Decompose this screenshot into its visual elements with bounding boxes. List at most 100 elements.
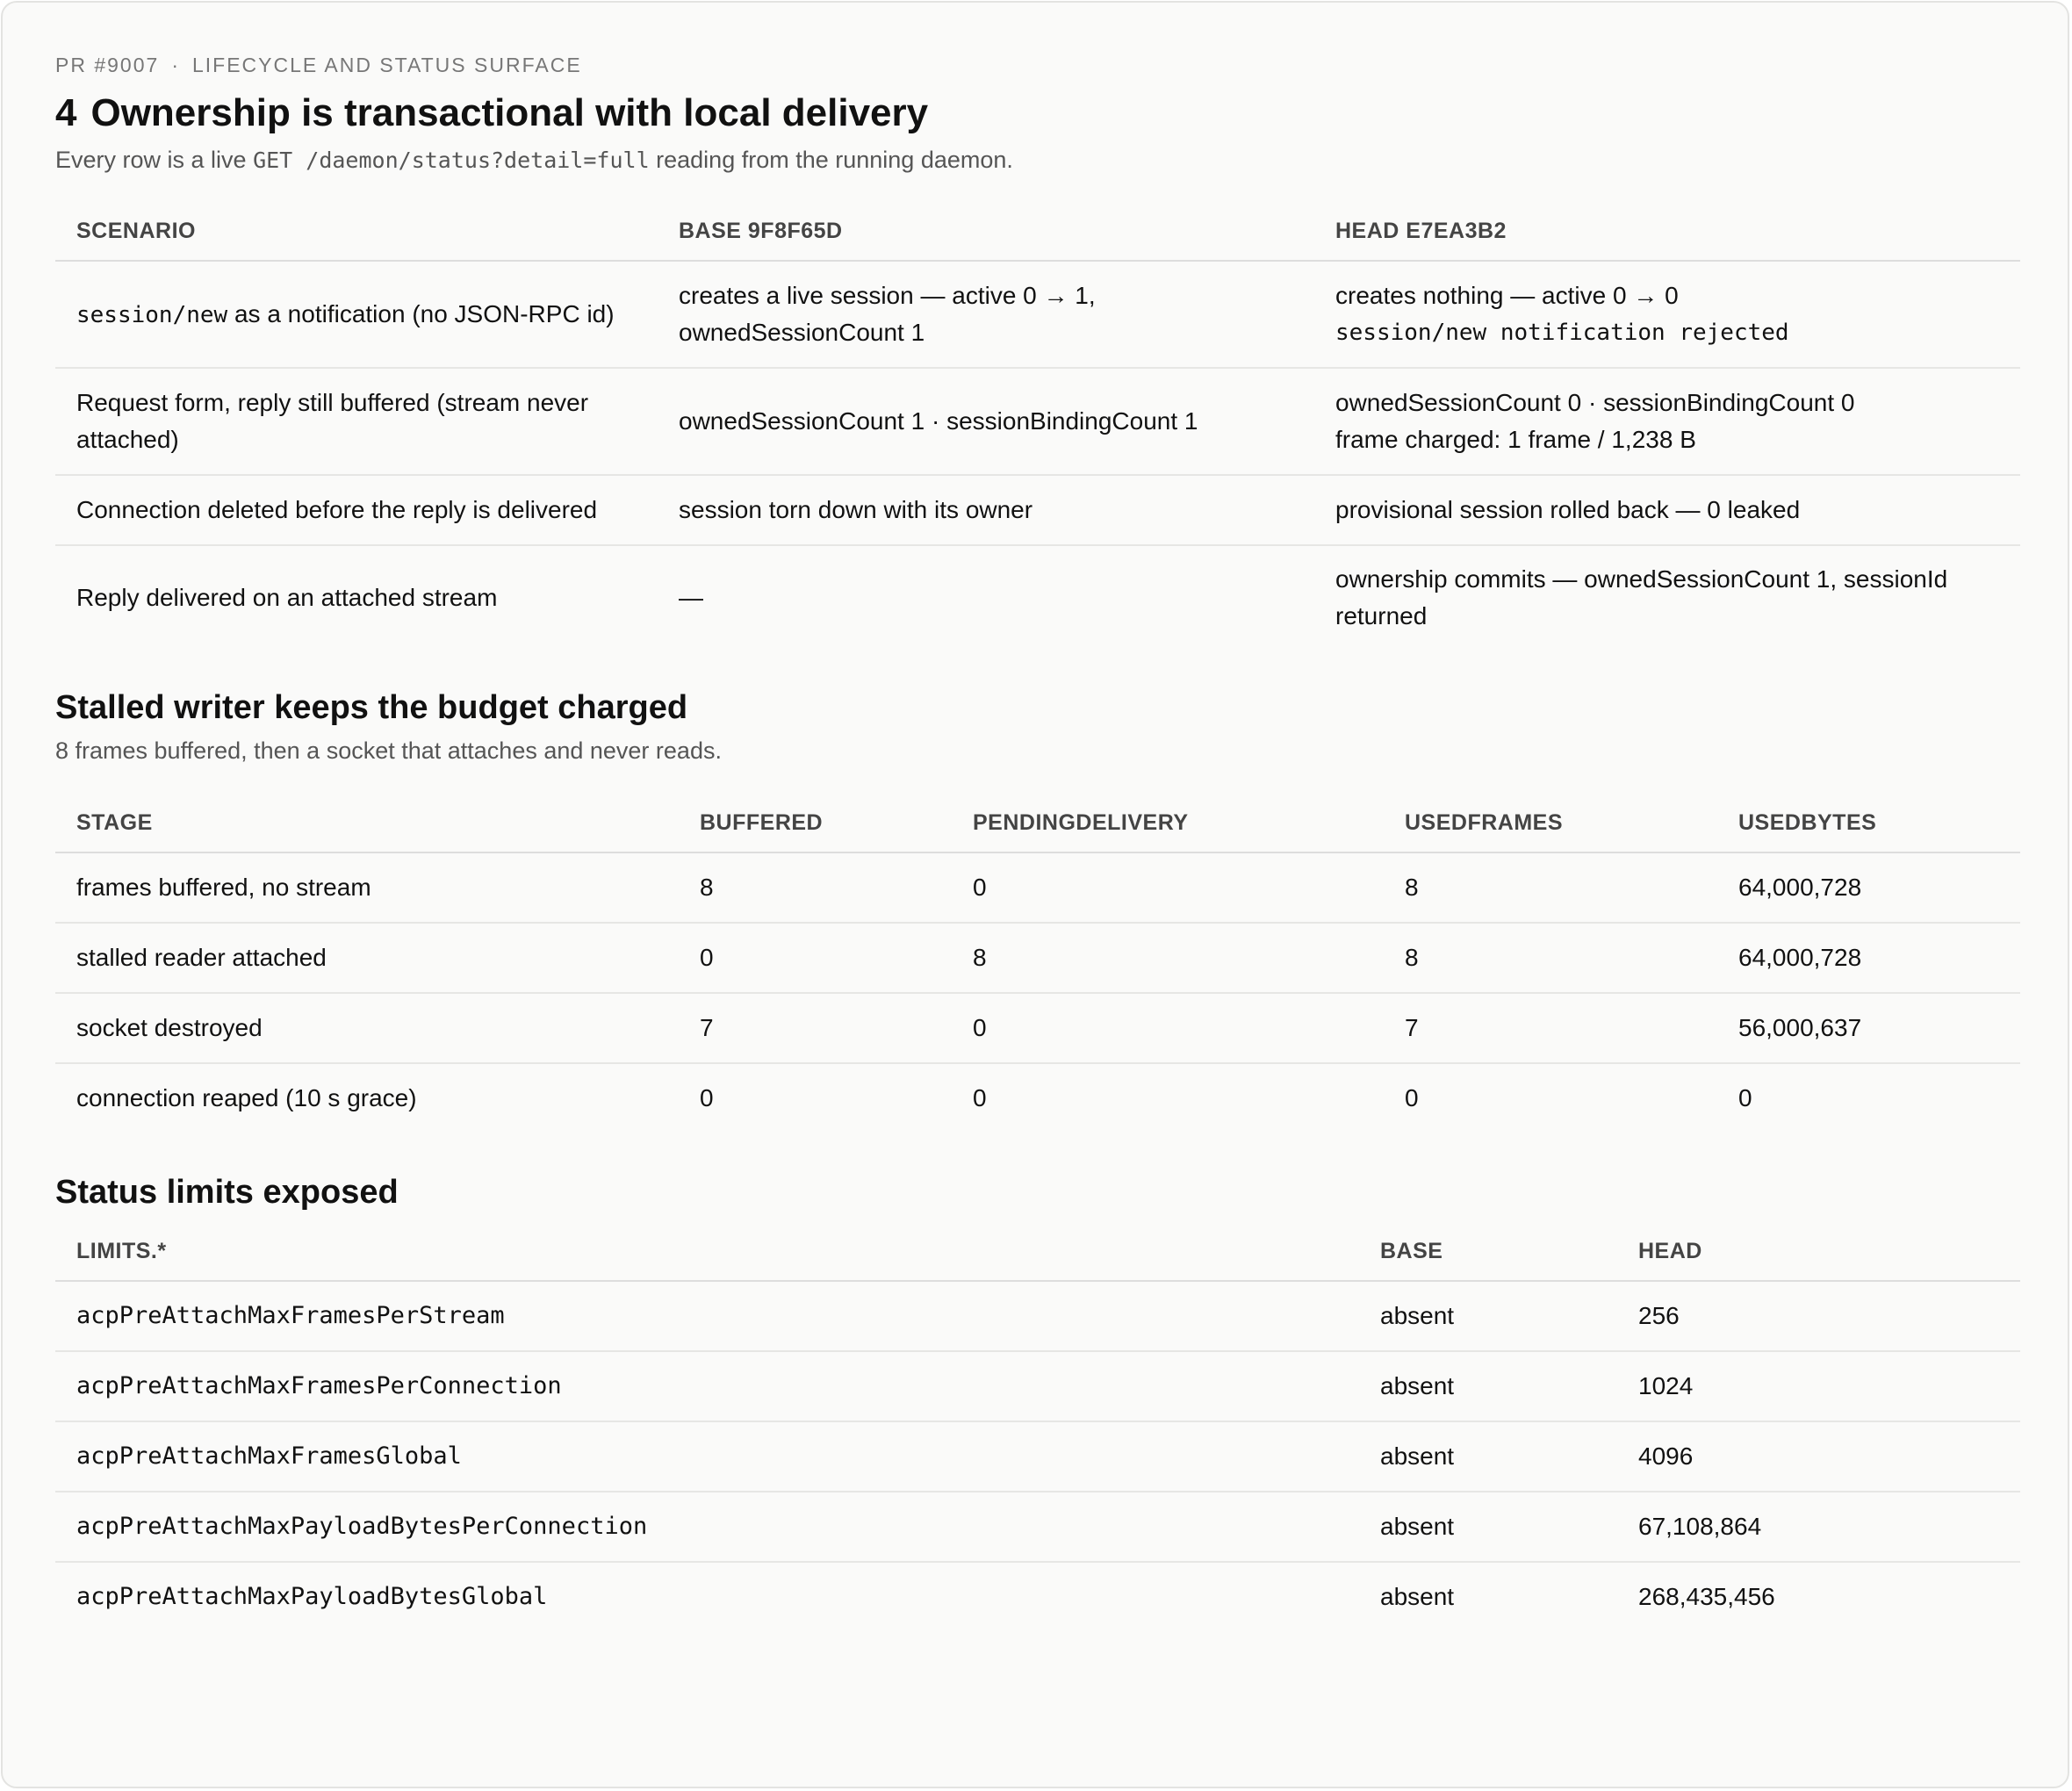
stalled-section: Stalled writer keeps the budget charged … <box>55 687 2015 767</box>
column-header: HEAD E7EA3B2 <box>1314 202 2020 262</box>
pending-cell: 0 <box>973 1084 987 1111</box>
usedframes-cell: 0 <box>1405 1084 1419 1111</box>
base-cell: absent <box>1359 1492 1617 1563</box>
limit-name-cell: acpPreAttachMaxFramesPerConnection <box>55 1351 1359 1422</box>
table-row: connection reaped (10 s grace) 0 0 0 0 <box>55 1063 2020 1133</box>
head-line: ownedSessionCount 0 · sessionBindingCoun… <box>1335 389 1855 416</box>
stage-cell: stalled reader attached <box>55 923 679 994</box>
section-heading: Stalled writer keeps the budget charged <box>55 689 688 726</box>
limit-name-cell: acpPreAttachMaxFramesGlobal <box>55 1421 1359 1492</box>
buffered-cell: 7 <box>679 993 952 1064</box>
base-cell: absent <box>1359 1351 1617 1422</box>
limits-table: LIMITS.* BASE HEAD acpPreAttachMaxFrames… <box>55 1222 2020 1631</box>
head-cell: creates nothing — active 0 → 0 session/n… <box>1314 261 2020 369</box>
base-cell: absent <box>1359 1281 1617 1352</box>
table-row: Reply delivered on an attached stream — … <box>55 545 2020 650</box>
table-header-row: SCENARIO BASE 9F8F65D HEAD E7EA3B2 <box>55 202 2020 262</box>
head-code-line: session/new notification rejected <box>1335 320 1789 346</box>
head-line: frame charged: 1 frame / 1,238 B <box>1335 426 1696 453</box>
pending-cell: 0 <box>952 852 1384 924</box>
eyebrow-separator: · <box>171 54 180 76</box>
column-header: BUFFERED <box>679 794 952 853</box>
report-card: PR #9007 · LIFECYCLE AND STATUS SURFACE 4O… <box>1 1 2069 1788</box>
scenario-cell: Reply delivered on an attached stream <box>76 584 498 611</box>
scenario-text: as a notification (no JSON-RPC id) <box>234 299 615 327</box>
page-title: 4 Ownership is transactional with local d… <box>55 89 2015 138</box>
column-header: SCENARIO <box>55 202 658 262</box>
head-cell: 4096 <box>1617 1421 2020 1492</box>
usedbytes-cell: 0 <box>1738 1084 1752 1111</box>
column-header: PENDINGDELIVERY <box>952 794 1384 853</box>
table-row: session/new as a notification (no JSON-R… <box>55 261 2020 369</box>
column-header: LIMITS.* <box>55 1222 1359 1282</box>
table-header-row: LIMITS.* BASE HEAD <box>55 1222 2020 1282</box>
section-subtitle: 8 frames buffered, then a socket that at… <box>55 737 722 764</box>
pending-cell: 8 <box>952 923 1384 994</box>
table-row: acpPreAttachMaxFramesPerConnection absen… <box>55 1351 2020 1422</box>
buffered-cell: 0 <box>679 923 952 994</box>
column-header: USEDFRAMES <box>1384 794 1717 853</box>
limit-name-cell: acpPreAttachMaxFramesPerStream <box>55 1281 1359 1352</box>
base-cell: ownedSessionCount 1 · sessionBindingCoun… <box>658 368 1314 476</box>
column-header: BASE <box>1359 1222 1617 1282</box>
scenario-cell: Request form, reply still buffered (stre… <box>55 368 658 476</box>
head-cell: 256 <box>1617 1281 2020 1352</box>
table-row: frames buffered, no stream 8 0 8 64,000,… <box>55 852 2020 924</box>
page-subtitle: Every row is a live GET /daemon/status?d… <box>55 143 2015 177</box>
pr-number: PR #9007 <box>55 54 160 76</box>
column-header: USEDBYTES <box>1717 794 2020 853</box>
stage-cell: socket destroyed <box>55 993 679 1064</box>
subtitle-text-pre: Every row is a live <box>55 147 247 173</box>
head-cell: 67,108,864 <box>1617 1492 2020 1563</box>
base-cell: — <box>679 584 703 611</box>
table-row: acpPreAttachMaxPayloadBytesGlobal absent… <box>55 1562 2020 1631</box>
table-row: Connection deleted before the reply is d… <box>55 475 2020 546</box>
head-cell: ownedSessionCount 0 · sessionBindingCoun… <box>1314 368 2020 476</box>
usedframes-cell: 8 <box>1384 923 1717 994</box>
usedbytes-cell: 64,000,728 <box>1717 923 2020 994</box>
head-cell: 1024 <box>1617 1351 2020 1422</box>
column-header: BASE 9F8F65D <box>658 202 1314 262</box>
table-header-row: STAGE BUFFERED PENDINGDELIVERY USEDFRAME… <box>55 794 2020 853</box>
limits-section: Status limits exposed <box>55 1171 2015 1213</box>
section-number: 4 <box>55 91 77 134</box>
limit-name-cell: acpPreAttachMaxPayloadBytesPerConnection <box>55 1492 1359 1563</box>
subtitle-code: GET /daemon/status?detail=full <box>253 147 650 173</box>
buffered-cell: 0 <box>700 1084 714 1111</box>
table-row: stalled reader attached 0 8 8 64,000,728 <box>55 923 2020 994</box>
head-line: creates nothing — active 0 → 0 <box>1335 282 1679 309</box>
scenario-code: session/new <box>76 301 228 328</box>
base-cell: absent <box>1380 1583 1455 1610</box>
head-cell: 268,435,456 <box>1638 1583 1775 1610</box>
table-row: acpPreAttachMaxPayloadBytesPerConnection… <box>55 1492 2020 1563</box>
base-cell: session torn down with its owner <box>658 475 1314 546</box>
buffered-cell: 8 <box>679 852 952 924</box>
usedframes-cell: 7 <box>1384 993 1717 1064</box>
scenario-table: SCENARIO BASE 9F8F65D HEAD E7EA3B2 sessi… <box>55 202 2020 650</box>
section-heading: Status limits exposed <box>55 1174 399 1211</box>
pending-cell: 0 <box>952 993 1384 1064</box>
table-row: acpPreAttachMaxFramesGlobal absent 4096 <box>55 1421 2020 1492</box>
table-row: Request form, reply still buffered (stre… <box>55 368 2020 476</box>
eyebrow: PR #9007 · LIFECYCLE AND STATUS SURFACE <box>55 52 2015 78</box>
usedbytes-cell: 56,000,637 <box>1717 993 2020 1064</box>
limit-name-cell: acpPreAttachMaxPayloadBytesGlobal <box>76 1583 548 1610</box>
page-title-text: Ownership is transactional with local de… <box>90 91 929 134</box>
table-row: socket destroyed 7 0 7 56,000,637 <box>55 993 2020 1064</box>
head-cell: provisional session rolled back — 0 leak… <box>1314 475 2020 546</box>
usedbytes-cell: 64,000,728 <box>1717 852 2020 924</box>
section-label: LIFECYCLE AND STATUS SURFACE <box>191 54 582 76</box>
column-header: HEAD <box>1617 1222 2020 1282</box>
base-cell: creates a live session — active 0 → 1, o… <box>658 261 1314 369</box>
scenario-cell: Connection deleted before the reply is d… <box>55 475 658 546</box>
head-cell: ownership commits — ownedSessionCount 1,… <box>1335 565 1948 629</box>
usedframes-cell: 8 <box>1384 852 1717 924</box>
column-header: STAGE <box>55 794 679 853</box>
subtitle-text-post: reading from the running daemon. <box>656 147 1013 173</box>
table-row: acpPreAttachMaxFramesPerStream absent 25… <box>55 1281 2020 1352</box>
stage-cell: frames buffered, no stream <box>55 852 679 924</box>
scenario-cell: session/new as a notification (no JSON-R… <box>55 261 658 369</box>
stage-cell: connection reaped (10 s grace) <box>76 1084 417 1111</box>
stalled-table: STAGE BUFFERED PENDINGDELIVERY USEDFRAME… <box>55 794 2020 1133</box>
base-cell: absent <box>1359 1421 1617 1492</box>
